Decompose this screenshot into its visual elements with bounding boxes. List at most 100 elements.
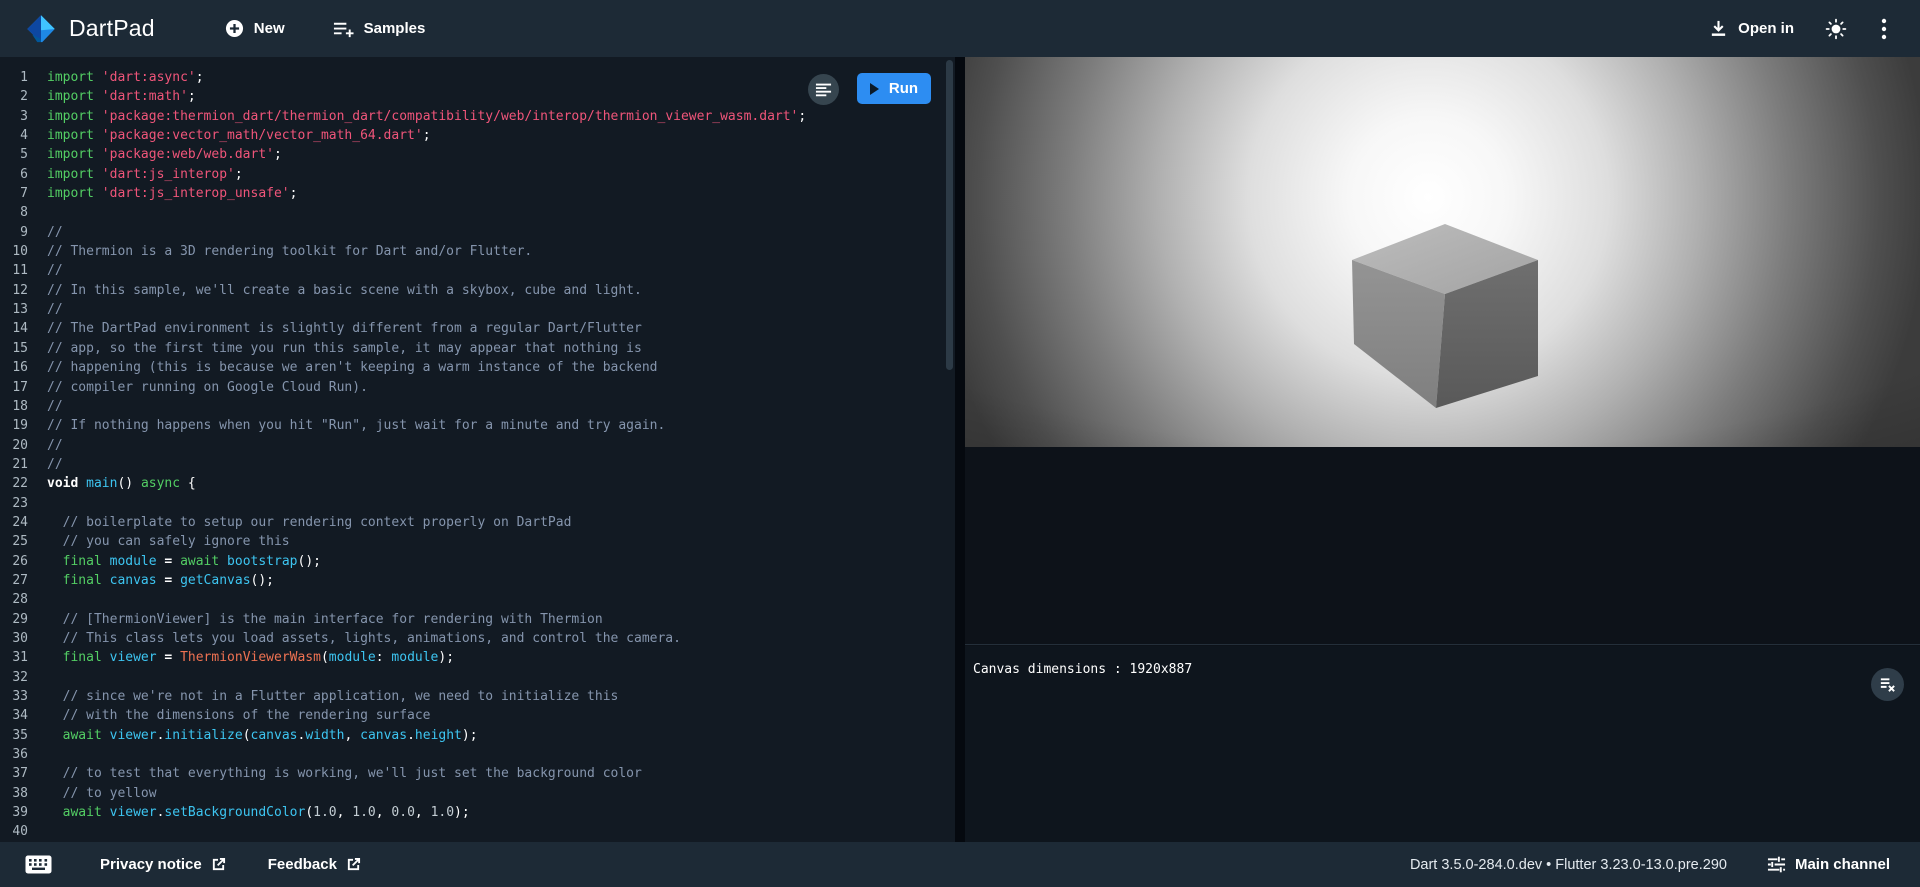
overflow-menu-button[interactable] <box>1864 9 1904 49</box>
code-line[interactable]: 39 await viewer.setBackgroundColor(1.0, … <box>0 803 955 822</box>
code-line[interactable]: 40 <box>0 822 955 841</box>
add-circle-icon <box>225 19 244 38</box>
code-line[interactable]: 24 // boilerplate to setup our rendering… <box>0 513 955 532</box>
code-line[interactable]: 27 final canvas = getCanvas(); <box>0 571 955 590</box>
code-line[interactable]: 16// happening (this is because we aren'… <box>0 358 955 377</box>
line-number: 34 <box>0 706 38 725</box>
code-line[interactable]: 6import 'dart:js_interop'; <box>0 165 955 184</box>
code-token: await <box>63 728 102 743</box>
code-text: final module = await bootstrap(); <box>38 552 321 571</box>
code-line[interactable]: 25 // you can safely ignore this <box>0 532 955 551</box>
code-token: // with the dimensions of the rendering … <box>63 708 431 723</box>
code-line[interactable]: 34 // with the dimensions of the renderi… <box>0 706 955 725</box>
channel-selector-button[interactable]: Main channel <box>1767 855 1890 874</box>
code-line[interactable]: 20// <box>0 436 955 455</box>
code-token: ( <box>321 650 329 665</box>
code-line[interactable]: 15// app, so the first time you run this… <box>0 339 955 358</box>
code-line[interactable]: 30 // This class lets you load assets, l… <box>0 629 955 648</box>
code-token: // since we're not in a Flutter applicat… <box>63 689 619 704</box>
run-button[interactable]: Run <box>857 73 931 104</box>
code-token: bootstrap <box>227 554 297 569</box>
code-line[interactable]: 22void main() async { <box>0 474 955 493</box>
code-text: // to test that everything is working, w… <box>38 764 642 783</box>
code-line[interactable]: 35 await viewer.initialize(canvas.width,… <box>0 726 955 745</box>
brightness-toggle-button[interactable] <box>1816 9 1856 49</box>
code-text: import 'dart:js_interop_unsafe'; <box>38 184 297 203</box>
code-line[interactable]: 9// <box>0 223 955 242</box>
code-token: 'package:web/web.dart' <box>102 147 274 162</box>
code-token: ThermionViewerWasm <box>180 650 321 665</box>
code-line[interactable]: 5import 'package:web/web.dart'; <box>0 145 955 164</box>
code-line[interactable]: 4import 'package:vector_math/vector_math… <box>0 126 955 145</box>
code-line[interactable]: 10// Thermion is a 3D rendering toolkit … <box>0 242 955 261</box>
code-token: 'dart:js_interop' <box>102 167 235 182</box>
code-text: // you can safely ignore this <box>38 532 290 551</box>
line-number: 10 <box>0 242 38 261</box>
code-token: 'dart:math' <box>102 89 188 104</box>
code-line[interactable]: 21// <box>0 455 955 474</box>
code-token: // <box>47 399 63 414</box>
code-token: height <box>415 728 462 743</box>
code-token: : <box>376 650 392 665</box>
code-token: ; <box>274 147 282 162</box>
code-line[interactable]: 37 // to test that everything is working… <box>0 764 955 783</box>
code-token: ; <box>196 70 204 85</box>
line-number: 19 <box>0 416 38 435</box>
keyboard-shortcuts-button[interactable] <box>25 855 52 874</box>
code-token: module <box>110 554 157 569</box>
code-token: import <box>47 70 94 85</box>
code-token <box>47 766 63 781</box>
line-number: 22 <box>0 474 38 493</box>
open-in-button[interactable]: Open in <box>1709 19 1794 38</box>
code-line[interactable]: 18// <box>0 397 955 416</box>
main-area: 1import 'dart:async';2import 'dart:math'… <box>0 57 1920 842</box>
code-text: // If nothing happens when you hit "Run"… <box>38 416 665 435</box>
code-line[interactable]: 7import 'dart:js_interop_unsafe'; <box>0 184 955 203</box>
code-line[interactable]: 23 <box>0 494 955 513</box>
code-line[interactable]: 3import 'package:thermion_dart/thermion_… <box>0 107 955 126</box>
code-text <box>38 494 47 513</box>
code-line[interactable]: 12// In this sample, we'll create a basi… <box>0 281 955 300</box>
code-line[interactable]: 17// compiler running on Google Cloud Ru… <box>0 378 955 397</box>
code-text: await viewer.initialize(canvas.width, ca… <box>38 726 478 745</box>
code-token: // you can safely ignore this <box>63 534 290 549</box>
code-line[interactable]: 13// <box>0 300 955 319</box>
playlist-add-icon <box>333 20 354 38</box>
code-line[interactable]: 8 <box>0 203 955 222</box>
privacy-notice-label: Privacy notice <box>100 856 202 873</box>
new-button[interactable]: New <box>225 19 285 38</box>
format-button[interactable] <box>808 74 839 105</box>
code-token <box>94 109 102 124</box>
code-token: import <box>47 109 94 124</box>
play-icon <box>870 83 879 95</box>
code-token: // The DartPad environment is slightly d… <box>47 321 642 336</box>
code-token: canvas <box>360 728 407 743</box>
line-number: 33 <box>0 687 38 706</box>
code-line[interactable]: 26 final module = await bootstrap(); <box>0 552 955 571</box>
code-line[interactable]: 29 // [ThermionViewer] is the main inter… <box>0 610 955 629</box>
code-line[interactable]: 33 // since we're not in a Flutter appli… <box>0 687 955 706</box>
code-token: // <box>47 225 63 240</box>
code-line[interactable]: 32 <box>0 668 955 687</box>
code-line[interactable]: 11// <box>0 261 955 280</box>
code-line[interactable]: 19// If nothing happens when you hit "Ru… <box>0 416 955 435</box>
code-token: final <box>63 573 102 588</box>
clear-console-button[interactable] <box>1871 668 1904 701</box>
code-token <box>47 786 63 801</box>
dartpad-logo <box>26 14 56 44</box>
code-line[interactable]: 14// The DartPad environment is slightly… <box>0 319 955 338</box>
code-editor[interactable]: 1import 'dart:async';2import 'dart:math'… <box>0 57 955 842</box>
brightness-icon <box>1825 18 1847 40</box>
samples-button[interactable]: Samples <box>333 20 426 38</box>
code-token <box>47 612 63 627</box>
kebab-menu-icon <box>1881 18 1887 40</box>
feedback-link[interactable]: Feedback <box>268 856 361 873</box>
privacy-notice-link[interactable]: Privacy notice <box>100 856 226 873</box>
panel-splitter[interactable] <box>955 57 965 842</box>
code-line[interactable]: 28 <box>0 590 955 609</box>
editor-scrollbar[interactable] <box>946 60 953 370</box>
new-button-label: New <box>254 20 285 37</box>
code-line[interactable]: 36 <box>0 745 955 764</box>
code-line[interactable]: 38 // to yellow <box>0 784 955 803</box>
code-line[interactable]: 31 final viewer = ThermionViewerWasm(mod… <box>0 648 955 667</box>
